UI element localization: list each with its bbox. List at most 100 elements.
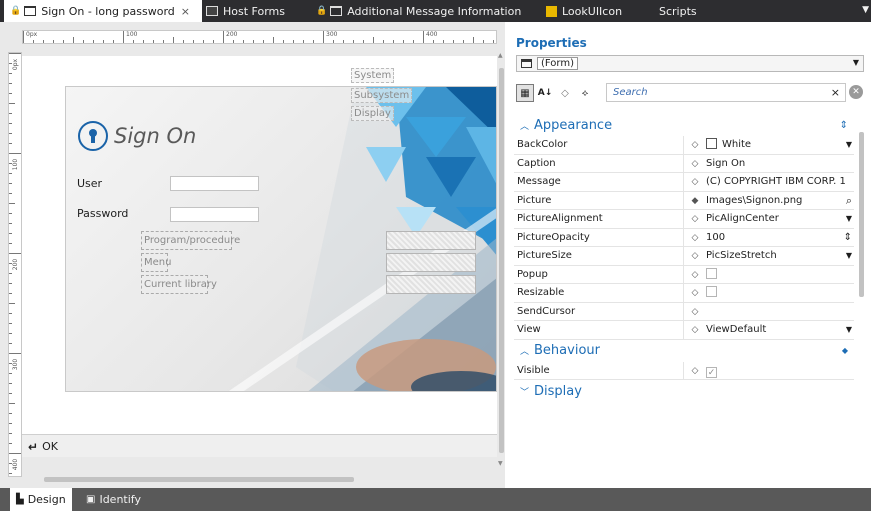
property-value[interactable] [706, 266, 854, 284]
property-name: PictureOpacity [514, 228, 684, 246]
property-value[interactable]: PicAlignCenter ▼ [706, 210, 854, 228]
tab-overflow-icon[interactable]: ▼ [862, 5, 869, 15]
chevron-down-icon[interactable]: ▼ [846, 136, 852, 154]
spinner-icon[interactable]: ⇕ [844, 229, 852, 247]
property-row[interactable]: Popup ◇ [514, 265, 854, 284]
host-forms-icon [206, 6, 218, 16]
program-procedure-input[interactable] [386, 231, 476, 250]
cancel-search-icon[interactable]: ✕ [849, 85, 863, 99]
property-value[interactable]: ViewDefault ▼ [706, 321, 854, 339]
tab-scripts[interactable]: Scripts [659, 0, 697, 22]
property-value[interactable]: ✓ [706, 362, 854, 380]
properties-view-icon[interactable]: ◇ [556, 84, 574, 102]
close-icon[interactable]: × [181, 5, 190, 18]
property-row[interactable]: Visible ◇ ✓ [514, 361, 854, 380]
ruler-tick [9, 83, 12, 84]
tab-lookuiicon[interactable]: LookUIIcon [546, 0, 622, 22]
ruler-tick [9, 403, 15, 404]
property-row[interactable]: Picture ◆ Images\Signon.png ⌕ [514, 191, 854, 210]
object-selector[interactable]: (Form) ▼ [516, 55, 864, 72]
menu-input[interactable] [386, 253, 476, 272]
property-value[interactable] [706, 303, 854, 321]
alphabetical-sort-icon[interactable]: A↓ [536, 84, 554, 102]
chevron-down-icon[interactable]: ▼ [846, 247, 852, 265]
property-value-text: ViewDefault [706, 324, 767, 335]
events-view-icon[interactable]: ⟡ [576, 84, 594, 102]
system-label[interactable]: System [351, 68, 395, 83]
scrollbar-thumb[interactable] [44, 477, 354, 482]
browse-icon[interactable]: ⌕ [846, 192, 852, 210]
chevron-down-icon[interactable]: ▼ [846, 321, 852, 339]
scroll-down-icon[interactable]: ▼ [498, 460, 503, 467]
form-preview[interactable]: Sign On User Password Program/procedure … [65, 86, 497, 392]
tab-host-forms[interactable]: Host Forms [206, 0, 285, 22]
tab-sign-on[interactable]: 🔒 Sign On - long password × [4, 0, 202, 22]
ok-button[interactable]: OK [42, 440, 58, 453]
subsystem-label[interactable]: Subsystem [351, 88, 413, 103]
sort-icon[interactable]: ⇕ [840, 120, 848, 131]
ruler-tick [9, 163, 12, 164]
property-row[interactable]: BackColor ◇ White ▼ [514, 136, 854, 155]
current-library-input[interactable] [386, 275, 476, 294]
window-icon [330, 6, 343, 16]
category-behaviour[interactable]: ︿ Behaviour ◆ [514, 340, 854, 362]
sort-icon[interactable]: ◆ [842, 346, 848, 355]
ruler-label: 200 [12, 258, 20, 271]
property-search-input[interactable]: Search × [606, 83, 846, 102]
ruler-tick [43, 40, 44, 43]
ruler-tick [9, 63, 12, 64]
category-display[interactable]: ﹀ Display [514, 380, 854, 402]
menu-field[interactable]: Menu [141, 253, 171, 272]
property-row[interactable]: Message ◇ (C) COPYRIGHT IBM CORP. 1 [514, 173, 854, 192]
ruler-label: 0px [26, 31, 38, 38]
ruler-tick [9, 373, 12, 374]
display-label[interactable]: Display [351, 106, 394, 121]
ruler-tick [223, 31, 224, 43]
properties-toolbar: ▦ A↓ ◇ ⟡ Search × ✕ [516, 82, 864, 104]
visible-checkbox[interactable]: ✓ [706, 366, 717, 378]
designer-horizontal-scrollbar[interactable] [30, 477, 495, 483]
property-row[interactable]: View ◇ ViewDefault ▼ [514, 321, 854, 340]
resizable-checkbox[interactable] [706, 286, 717, 297]
design-canvas[interactable]: Sign On User Password Program/procedure … [22, 56, 497, 457]
current-library-field[interactable]: Current library [141, 275, 217, 294]
scrollbar-thumb[interactable] [859, 132, 864, 297]
property-value[interactable] [706, 284, 854, 302]
property-value[interactable]: Images\Signon.png ⌕ [706, 192, 854, 210]
design-tab[interactable]: ▙ Design [10, 488, 72, 511]
property-value[interactable]: 100 ⇕ [706, 229, 854, 247]
identify-tab[interactable]: ▣ Identify [80, 488, 147, 511]
scrollbar-thumb[interactable] [499, 68, 504, 453]
diamond-icon: ◇ [691, 306, 699, 317]
tab-additional-message[interactable]: 🔒 Additional Message Information [316, 0, 521, 22]
property-value[interactable]: PicSizeStretch ▼ [706, 247, 854, 265]
property-row[interactable]: PictureAlignment ◇ PicAlignCenter ▼ [514, 210, 854, 229]
clear-search-icon[interactable]: × [831, 86, 840, 99]
property-row[interactable]: Caption ◇ Sign On [514, 154, 854, 173]
property-value[interactable]: White ▼ [706, 136, 854, 154]
designer-vertical-scrollbar[interactable]: ▲ ▼ [498, 52, 504, 472]
ruler-tick [373, 37, 374, 43]
categorized-view-icon[interactable]: ▦ [516, 84, 534, 102]
property-row[interactable]: Resizable ◇ [514, 284, 854, 303]
property-value[interactable]: Sign On [706, 155, 854, 173]
property-row[interactable]: SendCursor ◇ [514, 302, 854, 321]
program-procedure-field[interactable]: Program/procedure [141, 231, 240, 250]
user-input[interactable] [170, 176, 259, 191]
popup-checkbox[interactable] [706, 267, 717, 279]
object-selector-value: (Form) [537, 57, 578, 70]
property-value[interactable]: (C) COPYRIGHT IBM CORP. 1 [706, 173, 854, 191]
properties-scrollbar[interactable] [859, 124, 865, 434]
ruler-tick [453, 40, 454, 43]
scroll-up-icon[interactable]: ▲ [498, 52, 503, 59]
property-row[interactable]: PictureSize ◇ PicSizeStretch ▼ [514, 247, 854, 266]
ruler-tick [9, 53, 21, 54]
property-value-text: 100 [706, 231, 726, 243]
chevron-down-icon[interactable]: ▼ [846, 210, 852, 228]
lock-icon: 🔒 [10, 6, 22, 16]
password-input[interactable] [170, 207, 259, 222]
category-label: Appearance [534, 117, 613, 133]
ruler-tick [9, 193, 12, 194]
property-row[interactable]: PictureOpacity ◇ 100 ⇕ [514, 228, 854, 247]
category-appearance[interactable]: ︿ Appearance ⇕ [514, 114, 854, 136]
